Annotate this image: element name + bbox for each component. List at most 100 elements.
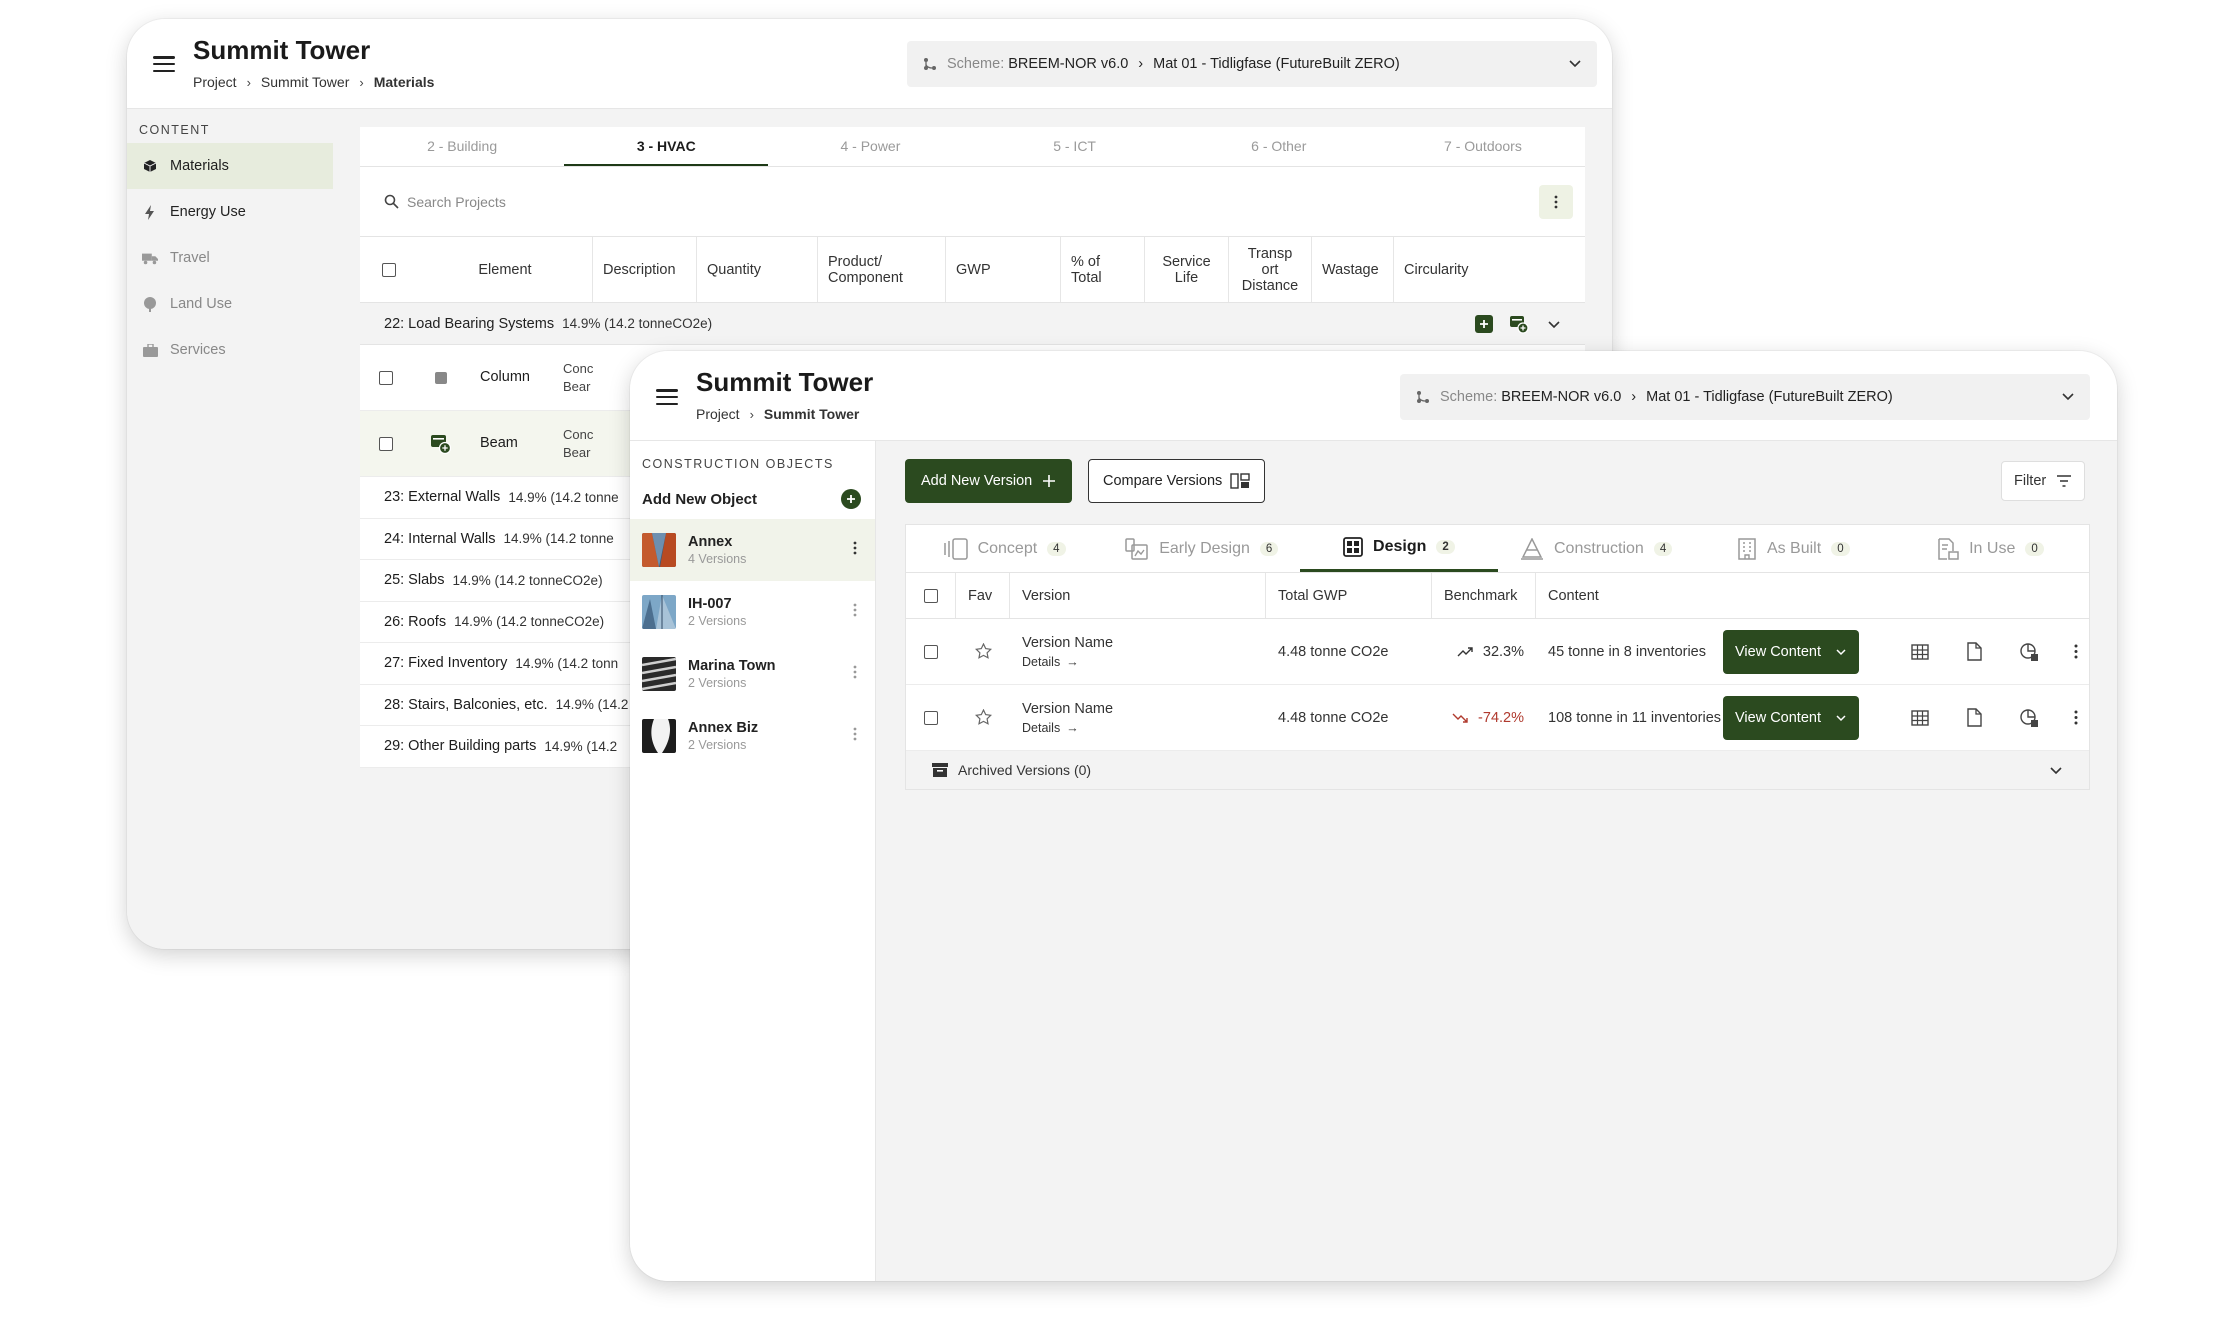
menu-icon[interactable] (656, 389, 678, 405)
col-transport-distance[interactable]: Transp ort Distance (1229, 237, 1312, 302)
scheme-selector[interactable]: Scheme: BREEM-NOR v6.0 › Mat 01 - Tidlig… (1400, 374, 2090, 420)
object-name: Annex (688, 534, 733, 550)
breadcrumb-summit-tower[interactable]: Summit Tower (261, 74, 349, 90)
archive-icon (932, 763, 948, 777)
details-link[interactable]: Details → (1022, 655, 1254, 669)
col-description[interactable]: Description (593, 237, 697, 302)
sidebar-item-energy-use[interactable]: Energy Use (127, 189, 333, 235)
scheme-selector[interactable]: Scheme: BREEM-NOR v6.0 › Mat 01 - Tidlig… (907, 41, 1597, 87)
table-icon[interactable] (1911, 709, 1929, 731)
version-cell: Version Name Details → (1010, 635, 1266, 669)
col-service-life[interactable]: Service Life (1145, 237, 1229, 302)
object-item-ih-007[interactable]: IH-007 2 Versions (630, 581, 875, 643)
add-layer-icon[interactable] (1509, 314, 1529, 338)
sidebar-item-services[interactable]: Services (127, 327, 333, 373)
tab-concept[interactable]: Concept 4 (906, 525, 1103, 572)
tab-design[interactable]: Design 2 (1300, 525, 1498, 572)
col-element[interactable]: Element (418, 237, 593, 302)
star-icon[interactable] (956, 643, 1010, 660)
col-fav[interactable]: Fav (956, 573, 1010, 618)
add-new-version-button[interactable]: Add New Version (905, 459, 1073, 503)
benchmark-value: 32.3% (1482, 643, 1524, 660)
tab-early-design[interactable]: Early Design 6 (1103, 525, 1300, 572)
col-total-gwp[interactable]: Total GWP (1266, 573, 1432, 618)
col-wastage[interactable]: Wastage (1312, 237, 1394, 302)
tab-power[interactable]: 4 - Power (768, 127, 972, 166)
category-pct: 14.9% (14.2 tonne (503, 531, 614, 547)
row-checkbox[interactable] (379, 437, 393, 451)
report-chart-icon[interactable] (2019, 708, 2039, 732)
tab-construction[interactable]: Construction 4 (1498, 525, 1695, 572)
col-pct-total[interactable]: % of Total (1061, 237, 1145, 302)
col-version[interactable]: Version (1010, 573, 1266, 618)
search-bar[interactable]: Search Projects (360, 167, 1585, 237)
search-icon (384, 194, 399, 209)
search-input[interactable]: Search Projects (407, 194, 506, 210)
version-row[interactable]: Version Name Details → 4.48 tonne CO2e 32… (906, 619, 2089, 685)
more-options-icon[interactable] (2074, 644, 2078, 663)
document-icon[interactable] (1966, 708, 1982, 731)
col-content[interactable]: Content (1536, 573, 2089, 618)
report-chart-icon[interactable] (2019, 642, 2039, 666)
more-options-icon[interactable] (853, 665, 857, 679)
tab-label: Early Design (1159, 539, 1250, 557)
version-name: Version Name (1022, 634, 1114, 651)
breadcrumb-project[interactable]: Project (193, 74, 237, 90)
more-options-icon[interactable] (853, 727, 857, 741)
chevron-right-icon: › (1631, 389, 1637, 405)
more-options-icon[interactable] (1539, 185, 1573, 219)
phase-tabs: Concept 4 Early Design 6 Design 2 Constr… (906, 525, 2089, 573)
tab-as-built[interactable]: As Built 0 (1695, 525, 1892, 572)
select-all-checkbox[interactable] (923, 588, 938, 603)
more-options-icon[interactable] (2074, 710, 2078, 729)
add-object-button[interactable]: Add New Object (630, 479, 875, 519)
col-benchmark[interactable]: Benchmark (1432, 573, 1536, 618)
sidebar-item-travel[interactable]: Travel (127, 235, 333, 281)
document-icon[interactable] (1966, 642, 1982, 665)
col-product[interactable]: Product/ Component (818, 237, 946, 302)
row-checkbox[interactable] (924, 644, 938, 659)
total-gwp: 4.48 tonne CO2e (1278, 709, 1389, 726)
version-cell: Version Name Details → (1010, 701, 1266, 735)
view-content-button[interactable]: View Content (1723, 629, 1859, 674)
benchmark-cell: -74.2% (1432, 710, 1536, 726)
filter-button[interactable]: Filter (2001, 461, 2086, 501)
group-row[interactable]: 22: Load Bearing Systems 14.9% (14.2 ton… (360, 303, 1585, 345)
marina-town-thumbnail (642, 657, 676, 691)
tab-building[interactable]: 2 - Building (360, 127, 564, 166)
sidebar-item-land-use[interactable]: Land Use (127, 281, 333, 327)
view-content-button[interactable]: View Content (1723, 695, 1859, 740)
select-all-checkbox[interactable] (382, 262, 396, 277)
more-options-icon[interactable] (853, 541, 857, 555)
object-item-annex[interactable]: Annex 4 Versions (630, 519, 875, 581)
breadcrumb-project[interactable]: Project (696, 406, 740, 422)
tab-in-use[interactable]: In Use 0 (1892, 525, 2089, 572)
object-item-marina-town[interactable]: Marina Town 2 Versions (630, 643, 875, 705)
star-icon[interactable] (956, 709, 1010, 726)
menu-icon[interactable] (153, 56, 175, 72)
chevron-down-icon[interactable] (1547, 317, 1561, 331)
col-gwp[interactable]: GWP (946, 237, 1061, 302)
add-icon[interactable] (1475, 315, 1493, 333)
compare-versions-button[interactable]: Compare Versions (1088, 459, 1266, 503)
tab-ict[interactable]: 5 - ICT (973, 127, 1177, 166)
benchmark-value: -74.2% (1478, 709, 1524, 726)
tab-other[interactable]: 6 - Other (1177, 127, 1381, 166)
object-item-annex-biz[interactable]: Annex Biz 2 Versions (630, 705, 875, 767)
table-icon[interactable] (1911, 643, 1929, 665)
add-layer-icon[interactable] (430, 433, 452, 459)
cube-icon (142, 158, 158, 174)
tab-hvac[interactable]: 3 - HVAC (564, 127, 769, 166)
sidebar-item-materials[interactable]: Materials (127, 143, 333, 189)
details-label: Details (1022, 720, 1061, 735)
col-quantity[interactable]: Quantity (697, 237, 818, 302)
archived-versions-toggle[interactable]: Archived Versions (0) (906, 751, 2089, 789)
row-checkbox[interactable] (924, 710, 938, 725)
details-link[interactable]: Details → (1022, 721, 1254, 735)
more-options-icon[interactable] (853, 603, 857, 617)
tab-outdoors[interactable]: 7 - Outdoors (1381, 127, 1585, 166)
chevron-right-icon: › (1138, 56, 1144, 72)
row-checkbox[interactable] (379, 371, 393, 385)
version-row[interactable]: Version Name Details → 4.48 tonne CO2e -7… (906, 685, 2089, 751)
col-circularity[interactable]: Circularity (1394, 237, 1585, 302)
